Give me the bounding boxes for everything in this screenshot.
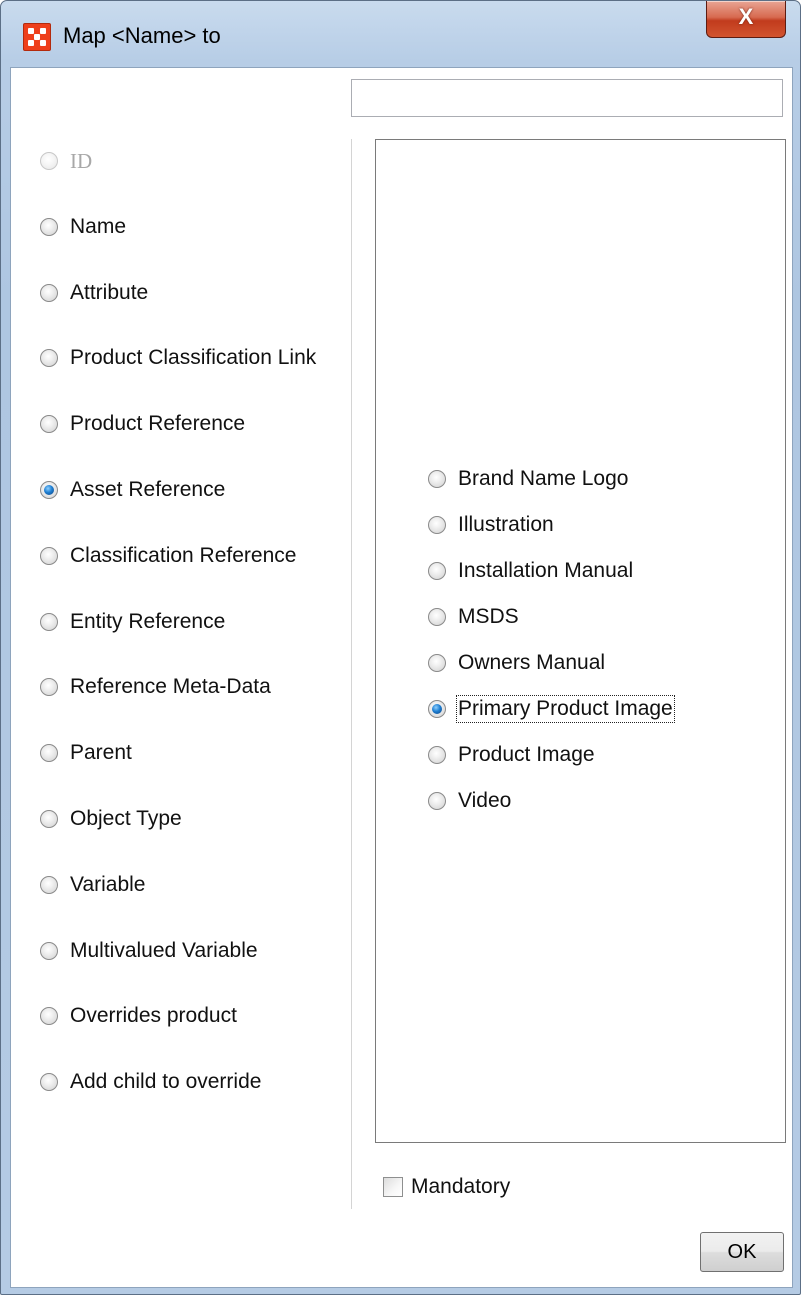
radio-button[interactable] [428, 608, 446, 626]
mandatory-label: Mandatory [411, 1175, 511, 1198]
asset-type-option[interactable]: Illustration [428, 511, 554, 539]
mapping-option-label: Name [70, 214, 127, 238]
mandatory-checkbox-box[interactable] [383, 1177, 403, 1197]
radio-button [40, 152, 58, 170]
mapping-option-label: Overrides product [70, 1004, 237, 1028]
mapping-option[interactable]: Variable [40, 871, 146, 899]
asset-type-option-label: Installation Manual [458, 559, 634, 582]
mapping-option[interactable]: Product Classification Link [40, 344, 316, 372]
radio-button[interactable] [40, 1073, 58, 1092]
app-icon [23, 23, 51, 51]
mapping-option[interactable]: Classification Reference [40, 542, 296, 570]
mapping-option-label: Parent [70, 741, 132, 765]
dialog-body: ID Name Attribute Product Classification Li… [10, 67, 793, 1288]
mapping-option-label: Product Classification Link [70, 346, 317, 370]
mapping-option[interactable]: Asset Reference [40, 476, 225, 504]
asset-type-option-label: Product Image [458, 743, 595, 766]
radio-button[interactable] [40, 678, 58, 697]
asset-type-option-label: Owners Manual [458, 651, 606, 674]
radio-button[interactable] [40, 283, 58, 302]
radio-button[interactable] [40, 415, 58, 434]
mapping-option-label: Classification Reference [70, 543, 297, 567]
radio-button[interactable] [428, 792, 446, 810]
mapping-option-label: ID [70, 148, 93, 173]
mandatory-checkbox[interactable]: Mandatory [383, 1173, 510, 1201]
radio-button[interactable] [428, 746, 446, 764]
close-button[interactable]: X [706, 1, 786, 38]
asset-type-option[interactable]: Owners Manual [428, 649, 605, 677]
mapping-option[interactable]: Attribute [40, 279, 148, 307]
radio-button[interactable] [40, 744, 58, 763]
mapping-option[interactable]: Reference Meta-Data [40, 673, 271, 701]
asset-type-option[interactable]: Brand Name Logo [428, 465, 628, 493]
mapping-option-label: Attribute [70, 280, 149, 304]
radio-button[interactable] [40, 612, 58, 631]
mapping-option-label: Asset Reference [70, 478, 226, 501]
mapping-option-label: Entity Reference [70, 609, 226, 633]
radio-button[interactable] [40, 810, 58, 828]
mapping-option[interactable]: Overrides product [40, 1002, 237, 1030]
asset-type-option[interactable]: Video [428, 787, 511, 815]
mapping-option-label: Add child to override [70, 1070, 262, 1094]
mapping-option[interactable]: Add child to override [40, 1068, 261, 1096]
mapping-option-label: Reference Meta-Data [70, 675, 271, 699]
window-title: Map <Name> to [63, 23, 221, 48]
mapping-option-label: Multivalued Variable [70, 938, 258, 962]
radio-button[interactable] [40, 941, 58, 960]
mapping-option[interactable]: Name [40, 213, 126, 241]
mapping-option[interactable]: Product Reference [40, 410, 245, 438]
asset-type-option[interactable]: Product Image [428, 741, 595, 769]
title-bar[interactable]: Map <Name> to X [1, 1, 800, 71]
mapping-option-label: Product Reference [70, 412, 246, 436]
radio-button[interactable] [40, 1007, 58, 1026]
asset-type-option-label: Primary Product Image [456, 695, 675, 723]
mapping-option[interactable]: Object Type [40, 805, 182, 833]
asset-type-panel [375, 139, 786, 1143]
radio-button[interactable] [428, 654, 446, 672]
radio-button[interactable] [40, 349, 58, 368]
search-input[interactable] [351, 79, 783, 117]
radio-button[interactable] [40, 546, 58, 565]
radio-button[interactable] [40, 217, 58, 236]
close-icon: X [738, 4, 754, 29]
mapping-option: ID [40, 147, 92, 175]
asset-type-option[interactable]: Primary Product Image [428, 695, 675, 723]
panel-divider [351, 139, 352, 1209]
mapping-option-label: Variable [70, 872, 146, 896]
radio-button[interactable] [428, 562, 446, 580]
radio-button[interactable] [40, 875, 58, 894]
ok-button[interactable]: OK [700, 1232, 784, 1272]
radio-button[interactable] [428, 516, 446, 534]
radio-button[interactable] [428, 700, 446, 718]
asset-type-option-label: Brand Name Logo [458, 467, 629, 490]
asset-type-option[interactable]: Installation Manual [428, 557, 633, 585]
radio-button[interactable] [40, 481, 58, 499]
asset-type-option-label: Illustration [458, 513, 554, 536]
asset-type-option-label: Video [458, 789, 512, 812]
asset-type-option-label: MSDS [458, 605, 519, 628]
mapping-option-label: Object Type [70, 807, 182, 830]
mapping-option[interactable]: Multivalued Variable [40, 937, 258, 965]
mapping-option[interactable]: Entity Reference [40, 608, 225, 636]
dialog-window: Map <Name> to X ID Name Attribute Product C… [0, 0, 801, 1295]
mapping-option[interactable]: Parent [40, 739, 132, 767]
asset-type-option[interactable]: MSDS [428, 603, 519, 631]
radio-button[interactable] [428, 470, 446, 488]
